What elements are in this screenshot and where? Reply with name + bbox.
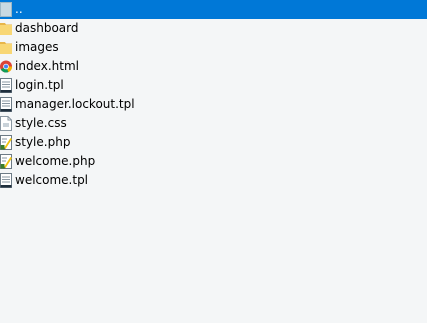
file-name: .. [15,2,23,16]
file-name: style.css [15,116,67,130]
folder-icon [0,40,12,55]
file-name: manager.lockout.tpl [15,97,135,111]
text-file-icon [0,173,12,188]
chrome-icon [0,59,13,74]
file-row-index-html[interactable]: index.html [0,57,427,76]
text-file-icon [0,78,12,93]
file-browser-panel: .. dashboard images index.html login.tpl… [0,0,427,323]
file-list: .. dashboard images index.html login.tpl… [0,0,427,190]
file-name: index.html [15,59,79,73]
file-row-dashboard[interactable]: dashboard [0,19,427,38]
file-name: welcome.php [15,154,96,168]
file-name: style.php [15,135,71,149]
folder-icon [0,21,12,36]
css-file-icon [0,116,12,131]
file-row-style-css[interactable]: style.css [0,114,427,133]
file-name: login.tpl [15,78,64,92]
file-row-manager-lockout-tpl[interactable]: manager.lockout.tpl [0,95,427,114]
php-edit-icon [0,135,12,150]
file-name: images [15,40,59,54]
parent-folder-icon [0,2,12,17]
file-name: dashboard [15,21,79,35]
file-row-parent[interactable]: .. [0,0,427,19]
file-name: welcome.tpl [15,173,89,187]
file-row-welcome-php[interactable]: welcome.php [0,152,427,171]
file-row-login-tpl[interactable]: login.tpl [0,76,427,95]
file-row-style-php[interactable]: style.php [0,133,427,152]
php-edit-icon [0,154,12,169]
file-row-images[interactable]: images [0,38,427,57]
text-file-icon [0,97,12,112]
file-row-welcome-tpl[interactable]: welcome.tpl [0,171,427,190]
